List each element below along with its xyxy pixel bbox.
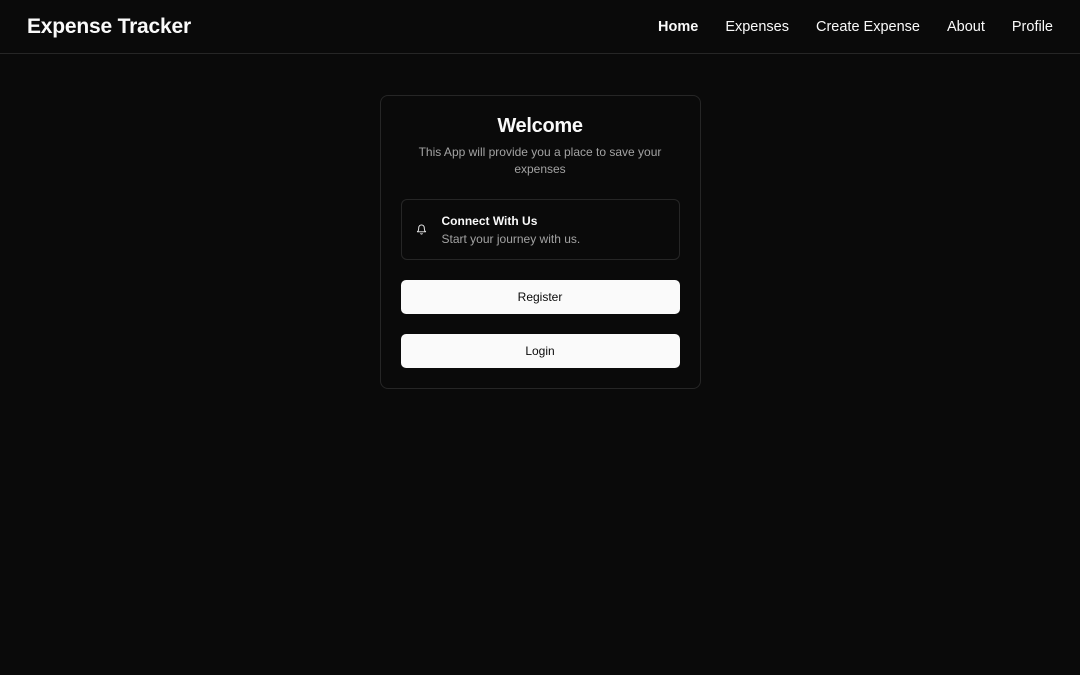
nav-link-create-expense[interactable]: Create Expense (816, 19, 920, 35)
brand-title[interactable]: Expense Tracker (27, 15, 191, 39)
connect-notice: Connect With Us Start your journey with … (400, 199, 680, 260)
top-navbar: Expense Tracker Home Expenses Create Exp… (0, 0, 1080, 54)
main-content: Welcome This App will provide you a plac… (0, 54, 1080, 389)
notice-subtitle: Start your journey with us. (441, 231, 581, 246)
bell-icon (416, 223, 428, 237)
register-button[interactable]: Register (400, 280, 680, 314)
main-nav: Home Expenses Create Expense About Profi… (658, 19, 1053, 35)
nav-link-profile[interactable]: Profile (1012, 19, 1053, 35)
login-button[interactable]: Login (400, 334, 680, 368)
welcome-card: Welcome This App will provide you a plac… (379, 95, 701, 389)
card-title: Welcome (497, 115, 583, 137)
nav-link-expenses[interactable]: Expenses (725, 19, 789, 35)
notice-text: Connect With Us Start your journey with … (442, 214, 581, 246)
nav-link-home[interactable]: Home (658, 19, 698, 35)
card-description: This App will provide you a place to sav… (418, 145, 662, 176)
notice-title: Connect With Us (441, 213, 538, 228)
nav-link-about[interactable]: About (947, 19, 985, 35)
